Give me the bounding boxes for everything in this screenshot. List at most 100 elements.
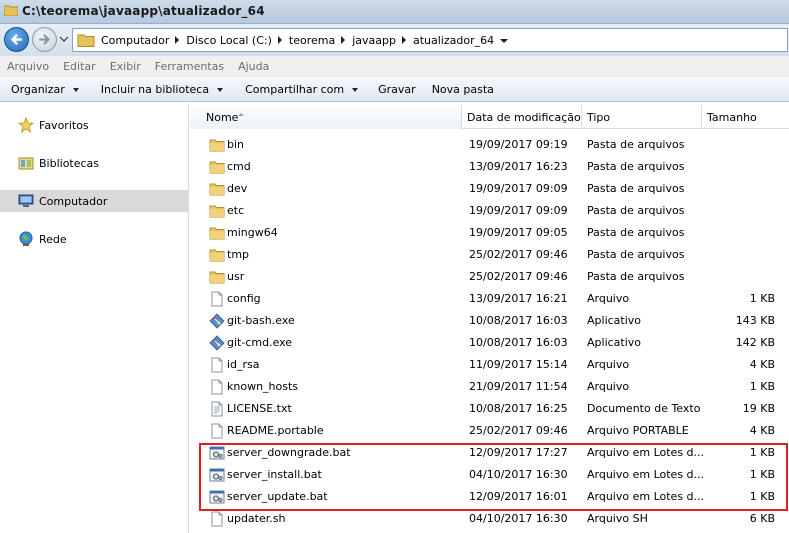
address-bar[interactable]: Computador Disco Local (C:) teorema java… [72,28,788,52]
organize-button[interactable]: Organizar [11,83,79,96]
file-icon [209,379,225,395]
dropdown-caret-icon [72,87,79,92]
file-size: 6 KB [749,512,775,525]
column-header-date[interactable]: Data de modificação [462,105,582,129]
file-name: git-cmd.exe [227,336,293,349]
file-type: Aplicativo [587,314,642,327]
file-name: tmp [227,248,250,261]
forward-button[interactable] [32,27,57,52]
file-size: 19 KB [742,402,775,415]
file-row[interactable]: git-bash.exe 10/08/2017 16:03 Aplicativo 14… [190,310,789,332]
breadcrumb-teorema[interactable]: teorema [289,29,352,51]
file-type: Arquivo em Lotes d... [587,490,705,503]
file-type: Arquivo SH [587,512,648,525]
breadcrumb-separator-icon[interactable] [175,36,180,44]
recent-pages-chevron-icon[interactable] [59,34,69,44]
folder-icon [209,203,225,219]
navigation-pane: Favoritos Bibliotecas Computador Rede [0,103,189,533]
menu-editar[interactable]: Editar [63,60,96,73]
nav-item-favorites[interactable]: Favoritos [0,114,188,136]
window-title: C:\teorema\javaapp\atualizador_64 [22,4,265,18]
file-date: 12/09/2017 17:27 [469,446,568,459]
file-type: Arquivo [587,292,630,305]
file-name: git-bash.exe [227,314,295,327]
batch-file-icon [209,467,225,483]
file-name: LICENSE.txt [227,402,292,415]
breadcrumb-separator-icon[interactable] [277,36,282,44]
folder-icon [209,269,225,285]
burn-button[interactable]: Gravar [378,83,416,96]
file-type: Pasta de arquivos [587,270,685,283]
column-header-size[interactable]: Tamanho [702,105,789,129]
file-row[interactable]: server_install.bat 04/10/2017 16:30 Arquiv… [190,464,789,486]
batch-file-icon [209,489,225,505]
file-size: 142 KB [735,336,775,349]
text-file-icon [209,401,225,417]
back-button[interactable] [4,27,29,52]
share-button[interactable]: Compartilhar com [245,83,359,96]
file-name: updater.sh [227,512,286,525]
file-date: 19/09/2017 09:05 [469,226,568,239]
nav-item-network[interactable]: Rede [0,228,188,250]
file-row[interactable]: updater.sh 04/10/2017 16:30 Arquivo SH 6 KB [190,508,789,530]
column-header-type[interactable]: Tipo [582,105,702,129]
arrow-right-icon [38,34,51,45]
file-icon [209,511,225,527]
folder-icon [209,159,225,175]
file-size: 1 KB [749,446,775,459]
new-folder-button[interactable]: Nova pasta [432,83,494,96]
breadcrumb-atualizador[interactable]: atualizador_64 [413,29,515,51]
file-type: Arquivo em Lotes d... [587,446,705,459]
file-row[interactable]: mingw64 19/09/2017 09:05 Pasta de arquivos [190,222,789,244]
menu-arquivo[interactable]: Arquivo [7,60,49,73]
library-icon [18,157,34,170]
nav-item-computer[interactable]: Computador [0,190,188,212]
file-date: 19/09/2017 09:09 [469,182,568,195]
file-row[interactable]: LICENSE.txt 10/08/2017 16:25 Documento de … [190,398,789,420]
file-name: README.portable [227,424,324,437]
file-row[interactable]: config 13/09/2017 16:21 Arquivo 1 KB [190,288,789,310]
file-date: 11/09/2017 15:14 [469,358,568,371]
sort-ascending-icon [238,113,244,116]
git-app-icon [209,335,225,351]
file-row[interactable]: server_downgrade.bat 12/09/2017 17:27 Arqu… [190,442,789,464]
file-row[interactable]: usr 25/02/2017 09:46 Pasta de arquivos [190,266,789,288]
file-row[interactable]: cmd 13/09/2017 16:23 Pasta de arquivos [190,156,789,178]
file-type: Pasta de arquivos [587,138,685,151]
file-date: 25/02/2017 09:46 [469,270,568,283]
file-row[interactable]: tmp 25/02/2017 09:46 Pasta de arquivos [190,244,789,266]
computer-icon [18,194,34,207]
file-row[interactable]: git-cmd.exe 10/08/2017 16:03 Aplicativo 142… [190,332,789,354]
file-size: 143 KB [735,314,775,327]
breadcrumb-javaapp[interactable]: javaapp [352,29,413,51]
folder-icon [77,34,95,47]
file-row[interactable]: id_rsa 11/09/2017 15:14 Arquivo 4 KB [190,354,789,376]
menu-exibir[interactable]: Exibir [110,60,141,73]
file-type: Pasta de arquivos [587,204,685,217]
file-row[interactable]: etc 19/09/2017 09:09 Pasta de arquivos [190,200,789,222]
file-date: 13/09/2017 16:23 [469,160,568,173]
file-type: Arquivo em Lotes d... [587,468,705,481]
arrow-left-icon [10,34,23,45]
include-library-button[interactable]: Incluir na biblioteca [101,83,224,96]
nav-item-libraries[interactable]: Bibliotecas [0,152,188,174]
breadcrumb-dropdown-icon[interactable] [500,39,509,43]
file-row[interactable]: README.portable 25/02/2017 09:46 Arquivo P… [190,420,789,442]
column-header-name[interactable]: Nome [190,105,462,129]
file-row[interactable]: known_hosts 21/09/2017 11:54 Arquivo 1 KB [190,376,789,398]
file-date: 10/08/2017 16:03 [469,314,568,327]
file-row[interactable]: server_update.bat 12/09/2017 16:01 Arquivo… [190,486,789,508]
file-row[interactable]: bin 19/09/2017 09:19 Pasta de arquivos [190,134,789,156]
breadcrumb-separator-icon[interactable] [341,36,346,44]
file-name: etc [227,204,245,217]
file-date: 21/09/2017 11:54 [469,380,568,393]
menu-ajuda[interactable]: Ajuda [238,60,269,73]
breadcrumb-separator-icon[interactable] [401,36,406,44]
menu-ferramentas[interactable]: Ferramentas [155,60,224,73]
breadcrumb-computer[interactable]: Computador [101,29,186,51]
file-name: dev [227,182,248,195]
file-row[interactable]: dev 19/09/2017 09:09 Pasta de arquivos [190,178,789,200]
breadcrumb-disk[interactable]: Disco Local (C:) [186,29,289,51]
file-type: Arquivo PORTABLE [587,424,689,437]
folder-icon [4,5,18,16]
